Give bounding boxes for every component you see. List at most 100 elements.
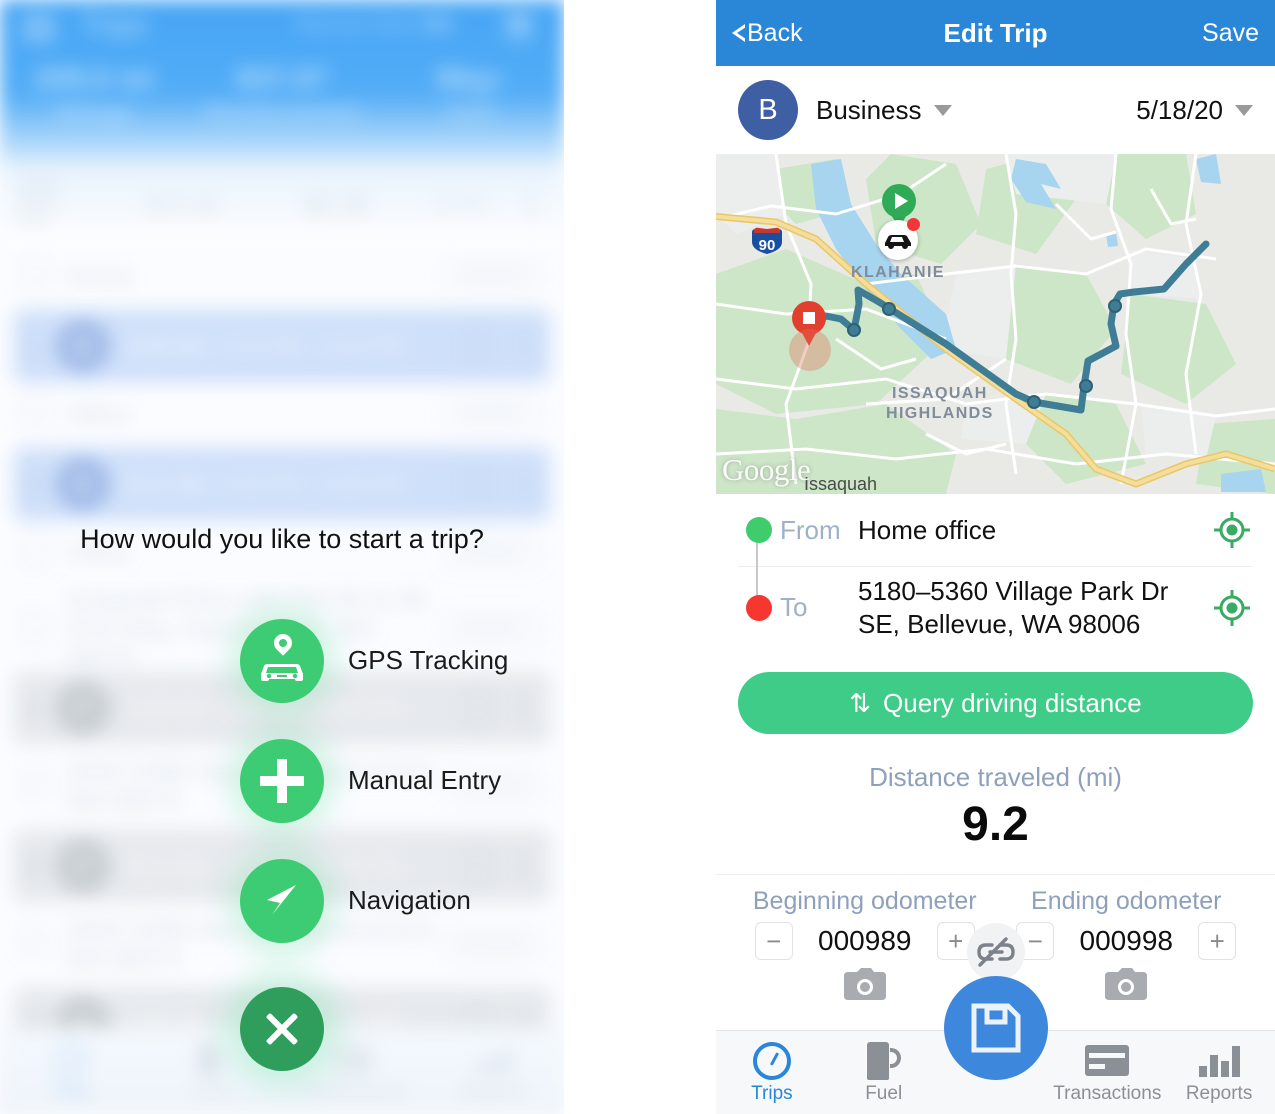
stat-value: 209.0 mi	[34, 62, 154, 95]
decrement-button[interactable]: −	[754, 922, 793, 960]
tab-label: Reports	[460, 1080, 527, 1102]
trip-time-range: 4:39 PM - 4:39 PM	[218, 471, 402, 496]
beginning-odometer-value[interactable]: 000989	[803, 925, 927, 957]
to-label: To	[780, 592, 808, 622]
day-duration: 23 min	[435, 195, 487, 214]
document-icon[interactable]	[464, 467, 492, 501]
trip-time-range: 4:15 PM - 4:24 PM	[218, 333, 402, 358]
to-value[interactable]: 5180–5360 Village Park Dr SE, Bellevue, …	[852, 575, 1211, 641]
increment-button[interactable]: +	[1198, 922, 1237, 960]
navigation-arrow-icon[interactable]	[240, 859, 324, 943]
stat-month-selector[interactable]: May▾ 2020	[376, 62, 564, 125]
tab-label: Transactions	[1053, 1082, 1162, 1104]
trip-date-value[interactable]: 5/18/20	[1136, 95, 1223, 126]
map-label-issaquah: Issaquah	[804, 474, 878, 494]
weekday-label: FRI	[18, 211, 49, 232]
stat-label: Reimbursement	[204, 99, 360, 124]
more-vertical-icon[interactable]	[516, 191, 546, 219]
avatar: B	[738, 80, 798, 140]
list-item[interactable]: Office 000907	[0, 382, 564, 448]
query-driving-distance-button[interactable]: ⇅ Query driving distance	[738, 672, 1253, 734]
camera-icon[interactable]	[1105, 968, 1148, 1000]
stat-label: 2020	[445, 99, 495, 124]
from-value[interactable]: Home office	[852, 514, 1211, 547]
header-stats: 209.0 mi Mileage $37.07 Reimbursement Ma…	[0, 62, 564, 125]
unlink-icon[interactable]	[966, 923, 1025, 981]
trip-index: 1	[26, 330, 41, 361]
save-button[interactable]: Save	[1202, 19, 1259, 48]
google-attribution: Google	[722, 452, 811, 487]
save-trip-fab[interactable]	[943, 976, 1048, 1080]
day-amount: $2.26	[304, 189, 370, 220]
distance-traveled-value[interactable]: 9.2	[716, 797, 1275, 852]
ending-odometer-value[interactable]: 000998	[1064, 925, 1188, 957]
tab-fuel[interactable]: Fuel	[828, 1041, 940, 1105]
category-badge: B	[56, 457, 110, 511]
action-option-navigation[interactable]: Navigation	[0, 859, 564, 943]
more-vertical-icon[interactable]	[508, 332, 538, 360]
day-distance: 8.4 mi	[147, 189, 219, 220]
from-row[interactable]: From Home office	[738, 494, 1253, 566]
crosshair-icon[interactable]	[1211, 587, 1253, 629]
tab-label: Reports	[1185, 1082, 1253, 1104]
node-label: Office	[66, 400, 131, 429]
blurred-trips-background: Trips Manual Start ON 209.0 mi Mileage $…	[0, 0, 564, 1114]
chevron-down-icon[interactable]	[933, 104, 952, 116]
odometer-chip: 000907	[439, 398, 546, 432]
action-sheet-close-button[interactable]	[0, 987, 564, 1071]
close-x-icon[interactable]	[240, 987, 324, 1071]
trips-screen-with-action-sheet: Trips Manual Start ON 209.0 mi Mileage $…	[0, 0, 564, 1114]
tab-label: Transactions	[298, 1080, 407, 1102]
tab-label: Trips	[751, 1082, 793, 1104]
plus-icon[interactable]	[240, 739, 324, 823]
ending-odometer-group: Ending odometer − 000998 +	[996, 887, 1258, 1000]
tab-label: Fuel	[865, 1082, 903, 1104]
query-button-label: Query driving distance	[883, 687, 1142, 718]
stat-value: $37.07	[236, 62, 328, 95]
tab-reports[interactable]: Reports	[1163, 1041, 1275, 1105]
more-vertical-icon[interactable]	[508, 470, 538, 498]
day-summary-row[interactable]: 22 FRI 8.4 mi $2.26 23 min	[0, 166, 564, 244]
car-location-icon[interactable]	[240, 619, 324, 703]
beginning-odometer-label: Beginning odometer	[752, 887, 977, 915]
panel-divider	[564, 0, 716, 1114]
to-row[interactable]: To 5180–5360 Village Park Dr SE, Bellevu…	[738, 566, 1253, 648]
action-option-label: Manual Entry	[348, 765, 502, 795]
car-icon	[878, 218, 920, 260]
camera-icon[interactable]	[843, 968, 886, 1000]
stat-reimbursement: $37.07 Reimbursement	[188, 62, 376, 125]
tab-trips[interactable]: Trips	[716, 1041, 828, 1105]
route-map[interactable]: 90 KLAHANIE ISSAQUAHHIGHLANDS Issaquah	[716, 154, 1275, 494]
manual-start-state: ON	[420, 13, 453, 36]
list-item[interactable]: 2 B 0.1 mi 4:39 PM - 4:39 PM	[14, 448, 550, 520]
stop-pin-icon	[789, 301, 831, 371]
list-item[interactable]: Home 000903	[0, 244, 564, 310]
navbar: Back Edit Trip Save	[716, 0, 1275, 66]
list-item[interactable]: 1 B 3.8 mi 4:15 PM - 4:24 PM	[14, 310, 550, 382]
chevron-down-icon: ▾	[495, 72, 503, 90]
chevron-down-icon[interactable]	[1235, 104, 1253, 116]
tab-transactions[interactable]: Transactions	[1051, 1041, 1163, 1105]
day-number: 22	[18, 173, 60, 214]
hamburger-icon[interactable]	[22, 16, 56, 40]
action-option-manual-entry[interactable]: Manual Entry	[0, 739, 564, 823]
save-floppy-icon	[971, 1003, 1020, 1053]
page-title: Edit Trip	[943, 17, 1048, 48]
tab-label: Fuel	[193, 1080, 230, 1102]
ending-odometer-label: Ending odometer	[1031, 887, 1222, 915]
map-label-issaquah-highlands: ISSAQUAH HIGHLANDS	[886, 385, 994, 422]
document-icon[interactable]	[464, 329, 492, 363]
route-endpoints: From Home office To 5180–5360 Village Pa…	[716, 494, 1275, 648]
action-option-gps-tracking[interactable]: GPS Tracking	[0, 619, 564, 703]
ending-odometer-stepper[interactable]: − 000998 +	[996, 922, 1258, 960]
crosshair-icon[interactable]	[1211, 509, 1253, 551]
manual-start-toggle[interactable]: Manual Start ON	[296, 13, 452, 37]
category-value[interactable]: Business	[816, 95, 922, 126]
video-tutorial-icon[interactable]	[504, 12, 542, 48]
beginning-odometer-stepper[interactable]: − 000989 +	[734, 922, 996, 960]
beginning-odometer-group: Beginning odometer − 000989 +	[734, 887, 996, 1000]
tab-label: Trips	[49, 1080, 92, 1102]
distance-traveled-label: Distance traveled (mi)	[869, 762, 1122, 792]
trips-header: Trips Manual Start ON 209.0 mi Mileage $…	[0, 0, 564, 170]
trip-distance: 0.1 mi	[128, 468, 205, 499]
